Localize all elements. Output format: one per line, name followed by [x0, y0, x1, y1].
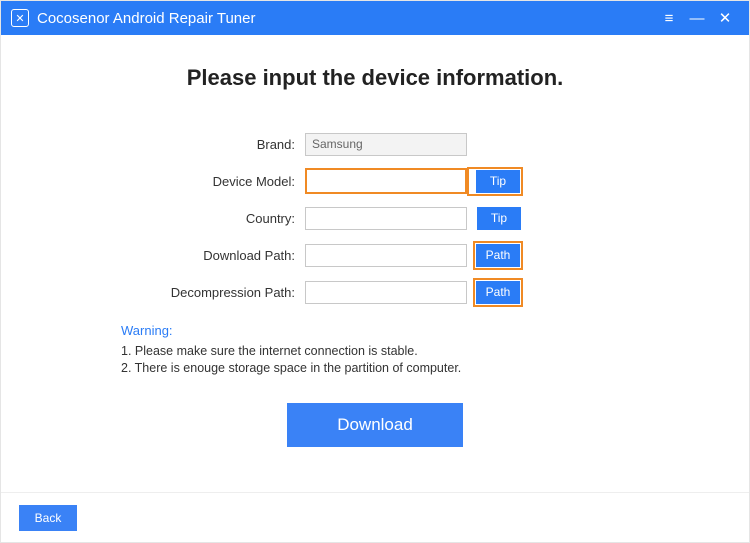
highlight-device-model-tip: Tip [467, 167, 523, 196]
row-download-path: Download Path: Path [115, 242, 635, 268]
label-brand: Brand: [115, 137, 305, 152]
close-button[interactable]: ✕ [711, 1, 739, 35]
label-decompression-path: Decompression Path: [115, 285, 305, 300]
page-heading: Please input the device information. [1, 65, 749, 91]
input-decompression-path[interactable] [305, 281, 467, 304]
label-country: Country: [115, 211, 305, 226]
warning-title: Warning: [121, 323, 749, 338]
app-title: Cocosenor Android Repair Tuner [37, 10, 255, 27]
device-info-form: Brand: Device Model: Tip Country: Tip Do… [115, 131, 635, 305]
titlebar: ✕ Cocosenor Android Repair Tuner ≡ — ✕ [1, 1, 749, 35]
path-button-decompression[interactable]: Path [476, 281, 520, 304]
highlight-decompression-path-btn: Path [473, 278, 523, 307]
path-button-download[interactable]: Path [476, 244, 520, 267]
warning-line-1: 1. Please make sure the internet connect… [121, 344, 749, 358]
row-brand: Brand: [115, 131, 635, 157]
warning-line-2: 2. There is enouge storage space in the … [121, 361, 749, 375]
row-decompression-path: Decompression Path: Path [115, 279, 635, 305]
tip-button-country[interactable]: Tip [477, 207, 521, 230]
tip-button-device-model[interactable]: Tip [476, 170, 520, 193]
input-device-model[interactable] [307, 170, 465, 192]
label-device-model: Device Model: [115, 174, 305, 189]
label-download-path: Download Path: [115, 248, 305, 263]
footer: Back [1, 492, 749, 542]
row-country: Country: Tip [115, 205, 635, 231]
input-download-path[interactable] [305, 244, 467, 267]
main-content: Please input the device information. Bra… [1, 35, 749, 447]
logo-glyph: ✕ [15, 12, 24, 25]
highlight-device-model-field [305, 168, 467, 194]
row-device-model: Device Model: Tip [115, 168, 635, 194]
menu-button[interactable]: ≡ [655, 1, 683, 35]
highlight-download-path-btn: Path [473, 241, 523, 270]
input-brand [305, 133, 467, 156]
input-country[interactable] [305, 207, 467, 230]
download-button[interactable]: Download [287, 403, 463, 447]
minimize-button[interactable]: — [683, 1, 711, 35]
back-button[interactable]: Back [19, 505, 77, 531]
app-logo-icon: ✕ [11, 9, 29, 27]
warning-block: Warning: 1. Please make sure the interne… [121, 323, 749, 375]
